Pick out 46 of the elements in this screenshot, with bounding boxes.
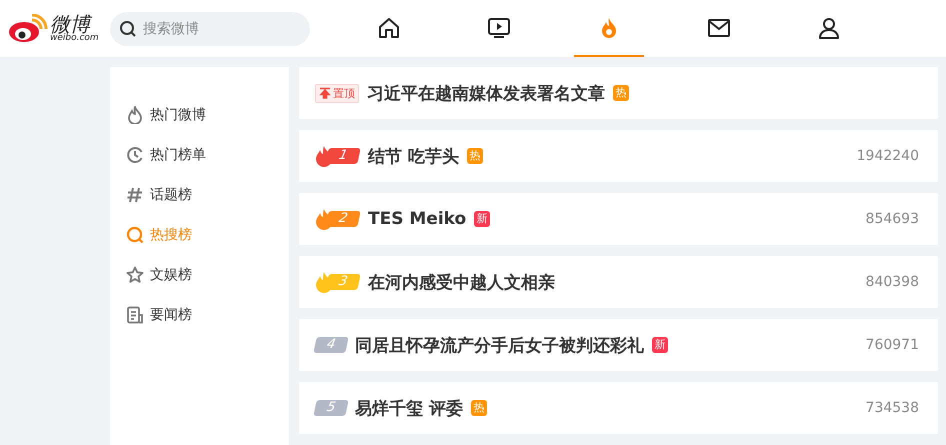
- tag-label: 热: [613, 85, 629, 101]
- sidebar-item[interactable]: 热门榜单: [110, 135, 289, 175]
- hot-search-title[interactable]: TES Meiko: [368, 209, 466, 229]
- search-count: 760971: [866, 337, 919, 353]
- hot-search-card[interactable]: 1 结节 吃芋头 热 1942240: [299, 130, 938, 182]
- rank-badge: 4: [313, 337, 349, 353]
- hot-search-title[interactable]: 易烊千玺 评委: [355, 396, 463, 420]
- sidebar-item[interactable]: 文娱榜: [110, 255, 289, 295]
- rank-badge: 3: [325, 274, 361, 290]
- star-icon: [126, 266, 144, 284]
- search-count: 734538: [866, 400, 919, 416]
- video-icon: [487, 16, 511, 40]
- hot-search-card[interactable]: 5 易烊千玺 评委 热 734538: [299, 382, 938, 434]
- hot-search-card[interactable]: 置顶 习近平在越南媒体发表署名文章 热: [299, 67, 938, 119]
- hot-search-title[interactable]: 结节 吃芋头: [368, 144, 459, 168]
- sidebar-item[interactable]: 热门微博: [110, 95, 289, 135]
- document-icon: [126, 306, 144, 324]
- hot-search-title[interactable]: 习近平在越南媒体发表署名文章: [367, 82, 605, 104]
- sidebar-item[interactable]: 话题榜: [110, 175, 289, 215]
- hot-search-title[interactable]: 在河内感受中越人文相亲: [368, 270, 555, 294]
- rank-badge: 5: [313, 400, 349, 416]
- hot-search-title[interactable]: 同居且怀孕流产分手后女子被判还彩礼: [355, 334, 644, 356]
- logo-domain: weibo.com: [50, 34, 99, 43]
- flame-icon: [126, 106, 144, 124]
- rank-badge: 2: [325, 211, 361, 227]
- weibo-logo-icon: [8, 14, 48, 44]
- clock-icon: [126, 146, 144, 164]
- user-icon: [817, 16, 841, 40]
- pinned-badge: 置顶: [315, 84, 359, 102]
- home-icon: [377, 16, 401, 40]
- search-field[interactable]: 搜索微博: [110, 12, 310, 46]
- search-count: 854693: [866, 211, 919, 227]
- search-count: 1942240: [856, 148, 919, 164]
- search-icon: [126, 226, 144, 244]
- hot-search-card[interactable]: 2 TES Meiko 新 854693: [299, 193, 938, 245]
- logo-name: 微博: [50, 14, 99, 34]
- tag-label: 热: [470, 400, 487, 416]
- hot-search-card[interactable]: 3 在河内感受中越人文相亲 840398: [299, 256, 938, 308]
- sidebar-item[interactable]: 要闻榜: [110, 295, 289, 335]
- tag-label: 新: [474, 211, 490, 227]
- tag-label: 新: [652, 337, 668, 353]
- search-count: 840398: [866, 274, 919, 290]
- rank-badge: 1: [325, 148, 361, 164]
- hot-search-card[interactable]: 4 同居且怀孕流产分手后女子被判还彩礼 新 760971: [299, 319, 938, 371]
- tag-label: 热: [466, 148, 483, 164]
- hash-icon: [126, 186, 144, 204]
